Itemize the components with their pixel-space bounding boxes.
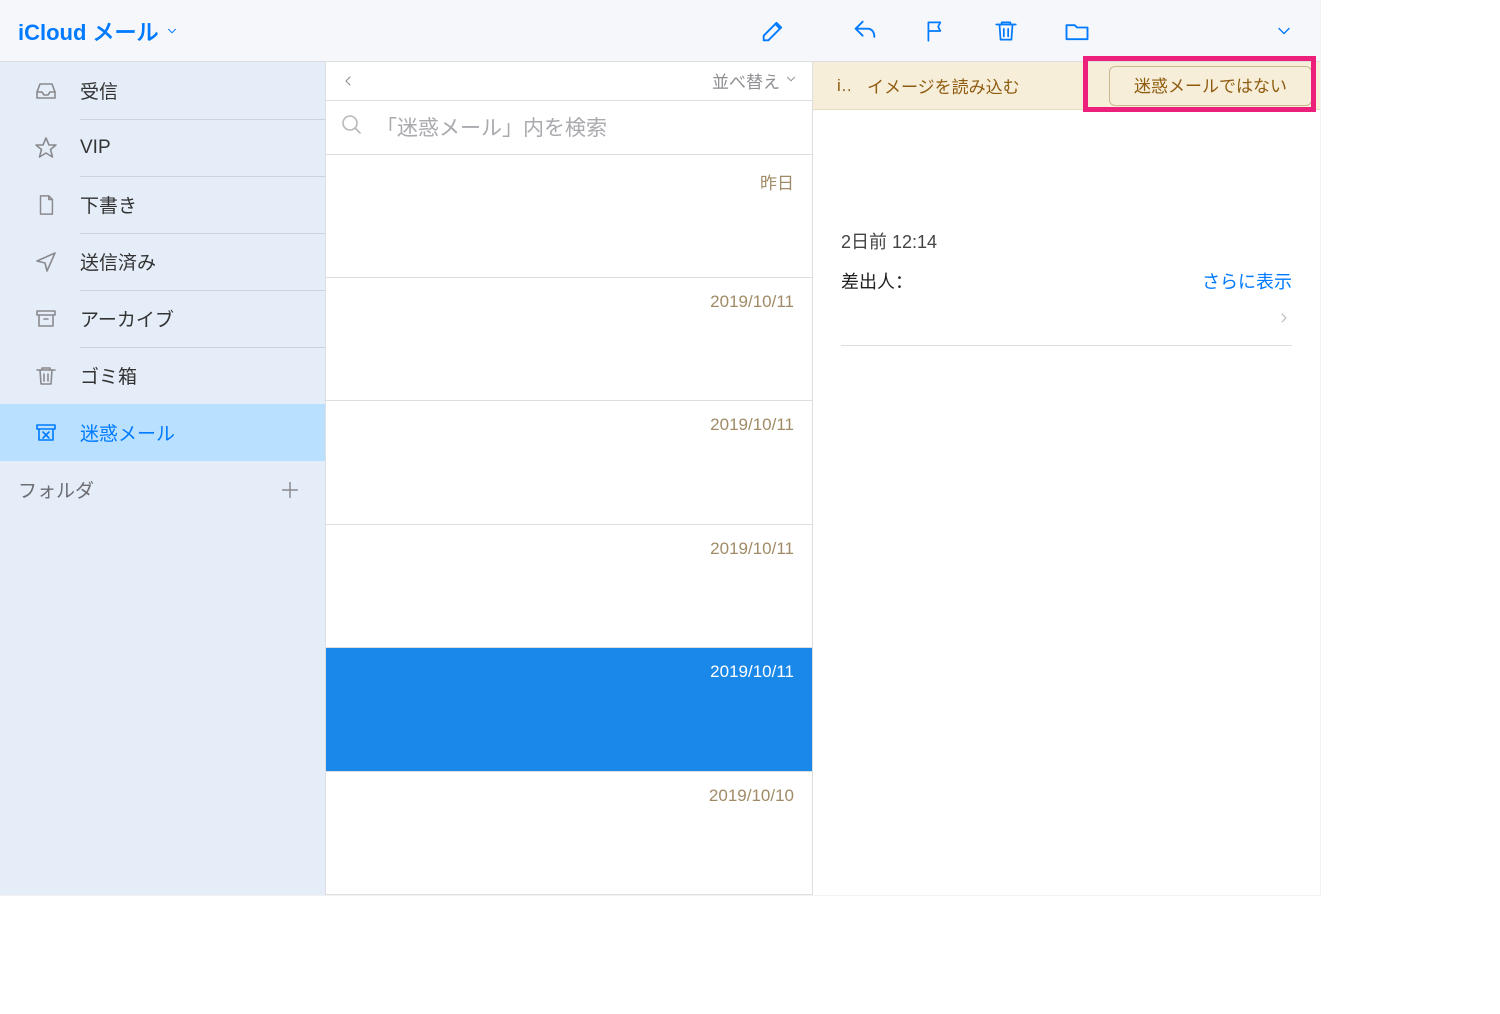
paper-plane-icon [34,250,58,274]
message-date: 2019/10/11 [710,292,794,312]
sidebar-item-trash[interactable]: ゴミ箱 [0,347,325,404]
sidebar: 受信 VIP 下書き 送信済み [0,62,325,895]
inbox-icon [34,79,58,103]
message-date: 2019/10/11 [710,662,794,682]
sidebar-item-vip[interactable]: VIP [0,119,325,176]
details-toggle-button[interactable] [1274,21,1320,41]
reading-pane: i… イメージを読み込む 迷惑メールではない 2日前 12:14 差出人： さら… [813,62,1320,895]
message-row[interactable]: 2019/10/11 [326,525,812,648]
sidebar-item-label: 受信 [80,77,118,104]
message-date: 2019/10/11 [710,415,794,435]
message-row[interactable]: 2019/10/10 [326,772,812,895]
flag-button[interactable] [923,18,949,44]
sidebar-item-archive[interactable]: アーカイブ [0,290,325,347]
message-date: 2019/10/10 [709,786,794,806]
message-date: 昨日 [760,169,794,194]
divider [841,345,1292,346]
message-row[interactable]: 2019/10/11 [326,401,812,524]
back-button[interactable] [340,73,356,89]
sidebar-item-inbox[interactable]: 受信 [0,62,325,119]
trash-icon [34,364,58,388]
message-timestamp: 2日前 12:14 [841,228,1292,254]
app-header: iCloud メール [0,0,1320,62]
chevron-down-icon [784,71,798,91]
not-junk-button[interactable]: 迷惑メールではない [1109,66,1312,106]
search-input[interactable]: 「迷惑メール」内を検索 [326,101,812,155]
banner-truncated-text: i… [813,76,853,96]
message-date: 2019/10/11 [710,539,794,559]
from-label: 差出人： [841,268,913,294]
compose-button[interactable] [759,17,787,45]
archive-icon [34,307,58,331]
message-list-pane: 並べ替え 「迷惑メール」内を検索 昨日 2019/10/11 2019/10 [325,62,813,895]
star-icon [34,136,58,160]
app-switcher[interactable]: iCloud メール [18,15,179,47]
search-placeholder: 「迷惑メール」内を検索 [376,112,607,142]
message-row[interactable]: 2019/10/11 [326,278,812,401]
add-folder-button[interactable] [279,479,301,501]
message-row[interactable]: 昨日 [326,155,812,278]
sidebar-item-label: アーカイブ [80,305,174,332]
junk-icon [34,420,58,446]
sidebar-item-junk[interactable]: 迷惑メール [0,404,325,461]
sidebar-item-drafts[interactable]: 下書き [0,176,325,233]
show-more-link[interactable]: さらに表示 [1202,268,1292,294]
load-images-button[interactable]: イメージを読み込む [853,73,1034,98]
sort-menu[interactable]: 並べ替え [712,68,798,93]
search-icon [340,113,364,142]
sidebar-item-sent[interactable]: 送信済み [0,233,325,290]
chevron-right-icon[interactable] [1276,310,1292,331]
document-icon [34,194,58,216]
app-title-label: iCloud メール [18,15,159,47]
move-to-folder-button[interactable] [1063,17,1091,45]
sidebar-item-label: 送信済み [80,248,156,275]
junk-banner: i… イメージを読み込む 迷惑メールではない [813,62,1320,110]
delete-button[interactable] [993,18,1019,44]
sidebar-folders-section: フォルダ [0,461,325,518]
sidebar-item-label: 迷惑メール [80,419,175,446]
sidebar-item-label: VIP [80,137,111,159]
reply-button[interactable] [851,17,879,45]
sidebar-item-label: 下書き [80,191,137,218]
sidebar-item-label: ゴミ箱 [80,362,137,389]
sort-label: 並べ替え [712,68,780,93]
chevron-down-icon [165,18,179,44]
sidebar-folders-label: フォルダ [18,476,94,503]
message-row[interactable]: 2019/10/11 [326,648,812,771]
